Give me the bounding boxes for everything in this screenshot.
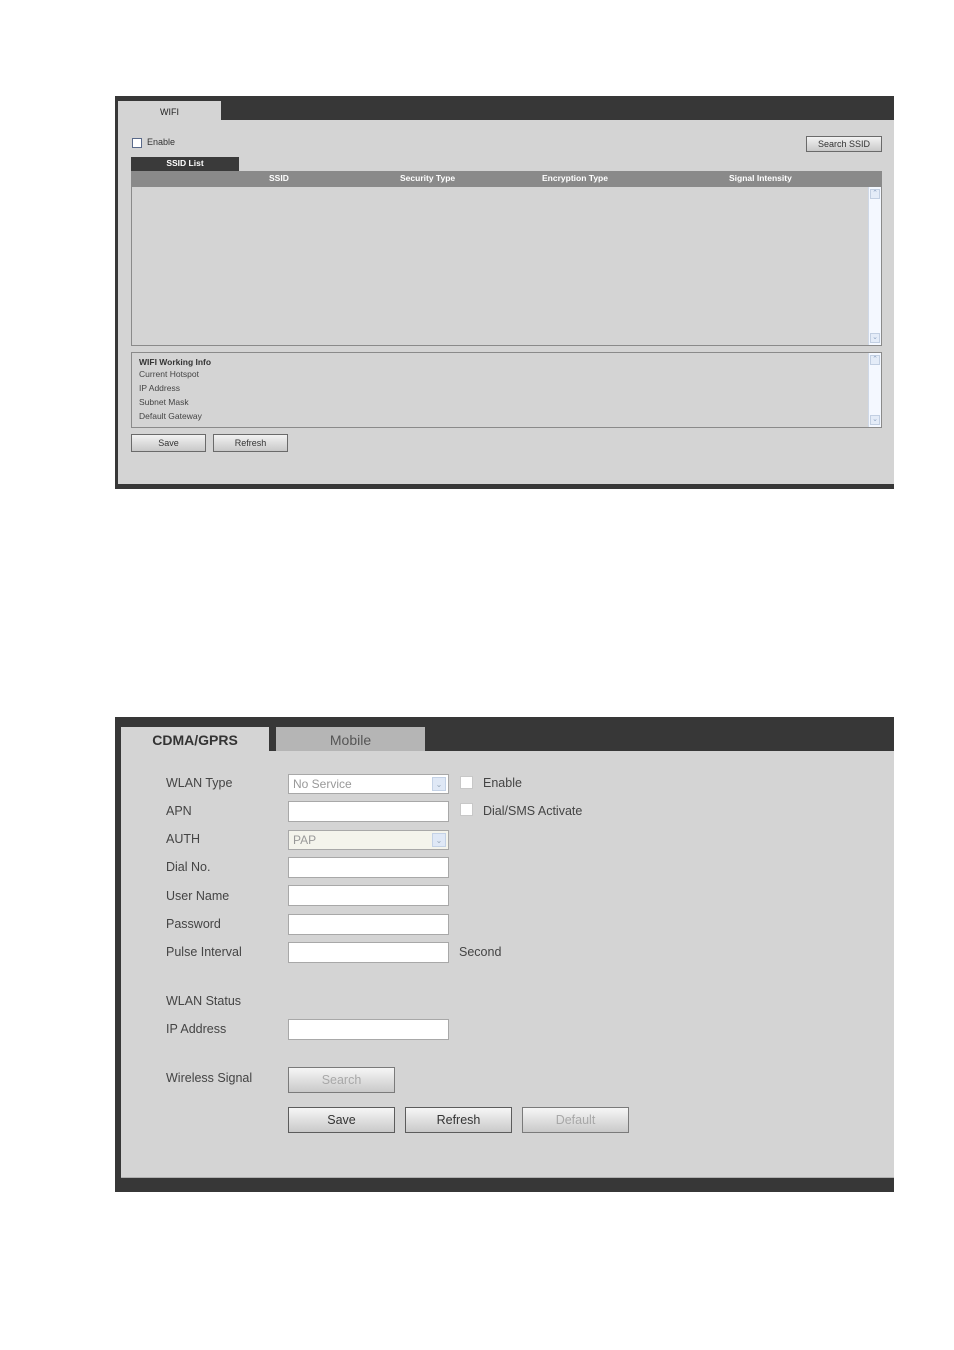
scroll-up-icon[interactable]: ⌃ (870, 355, 880, 365)
enable-checkbox[interactable] (460, 776, 473, 789)
ssid-list[interactable]: ⌃ ⌄ (131, 187, 882, 346)
wlan-type-label: WLAN Type (166, 776, 233, 790)
wlan-type-value: No Service (293, 777, 352, 791)
ssid-table-header: SSID Security Type Encryption Type Signa… (131, 171, 882, 187)
dial-no-input[interactable] (288, 857, 449, 878)
scroll-down-icon[interactable]: ⌄ (870, 333, 880, 343)
tab-ssid-list[interactable]: SSID List (131, 157, 239, 171)
ip-address-label: IP Address (166, 1022, 227, 1036)
wifi-panel: WIFI Enable Search SSID SSID List SSID S… (115, 96, 894, 489)
tab-cdma-gprs[interactable]: CDMA/GPRS (121, 727, 269, 752)
tab-mobile[interactable]: Mobile (276, 727, 425, 751)
user-name-input[interactable] (288, 885, 449, 906)
cdma-gprs-panel: CDMA/GPRS Mobile WLAN Type No Service ⌄ … (115, 717, 894, 1192)
wifi-enable-label: Enable (147, 137, 176, 147)
pulse-interval-input[interactable] (288, 942, 449, 963)
apn-label: APN (166, 804, 192, 818)
auth-label: AUTH (166, 832, 201, 846)
pulse-interval-label: Pulse Interval (166, 945, 242, 959)
password-input[interactable] (288, 914, 449, 935)
info-scrollbar[interactable]: ⌃ ⌄ (868, 353, 881, 427)
ip-address-input[interactable] (288, 1019, 449, 1040)
working-info-title: WIFI Working Info (139, 357, 212, 367)
scroll-up-icon[interactable]: ⌃ (870, 189, 880, 199)
auth-value: PAP (293, 833, 317, 847)
wifi-working-info-box: WIFI Working Info Current Hotspot IP Add… (131, 352, 882, 428)
column-signal-intensity: Signal Intensity (729, 173, 792, 183)
dial-sms-activate-label: Dial/SMS Activate (483, 804, 583, 818)
apn-input[interactable] (288, 801, 449, 822)
wireless-signal-label: Wireless Signal (166, 1071, 253, 1085)
info-current-hotspot: Current Hotspot (139, 369, 199, 379)
dial-no-label: Dial No. (166, 860, 211, 874)
info-default-gateway: Default Gateway (139, 411, 202, 421)
chevron-down-icon: ⌄ (432, 777, 446, 791)
wifi-refresh-button[interactable]: Refresh (213, 434, 288, 452)
default-button[interactable]: Default (522, 1107, 629, 1133)
search-button[interactable]: Search (288, 1067, 395, 1093)
ssid-list-scrollbar[interactable]: ⌃ ⌄ (868, 187, 881, 345)
pulse-interval-unit: Second (459, 945, 502, 959)
enable-label: Enable (483, 776, 522, 790)
user-name-label: User Name (166, 889, 230, 903)
search-ssid-button[interactable]: Search SSID (806, 136, 882, 152)
refresh-button[interactable]: Refresh (405, 1107, 512, 1133)
password-label: Password (166, 917, 221, 931)
wlan-type-select[interactable]: No Service ⌄ (288, 774, 449, 794)
info-subnet-mask: Subnet Mask (139, 397, 189, 407)
auth-select[interactable]: PAP ⌄ (288, 830, 449, 850)
column-security-type: Security Type (400, 173, 456, 183)
dial-sms-activate-checkbox[interactable] (460, 803, 473, 816)
chevron-down-icon: ⌄ (432, 833, 446, 847)
scroll-down-icon[interactable]: ⌄ (870, 415, 880, 425)
info-ip-address: IP Address (139, 383, 180, 393)
wifi-enable-checkbox[interactable] (132, 138, 142, 148)
column-ssid: SSID (269, 173, 289, 183)
tab-wifi[interactable]: WIFI (118, 101, 221, 121)
column-encryption-type: Encryption Type (542, 173, 608, 183)
wifi-save-button[interactable]: Save (131, 434, 206, 452)
save-button[interactable]: Save (288, 1107, 395, 1133)
wlan-status-label: WLAN Status (166, 994, 242, 1008)
